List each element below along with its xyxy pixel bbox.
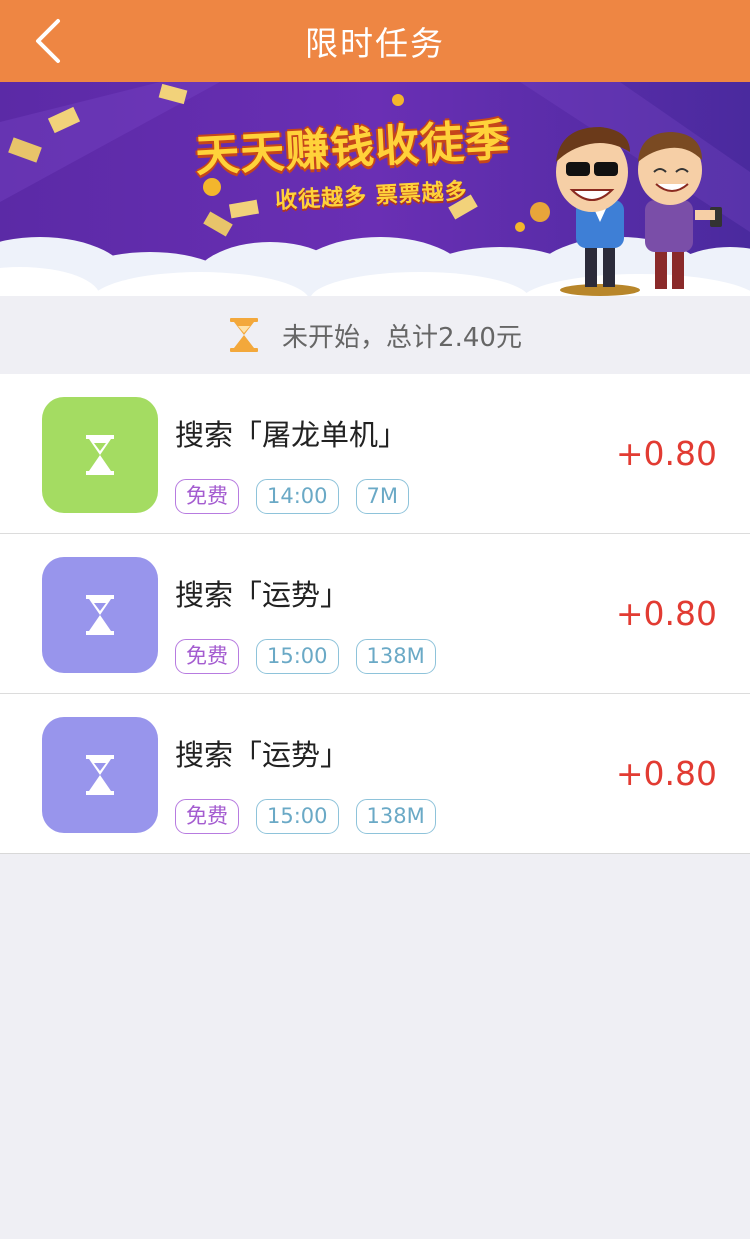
- size-tag: 138M: [355, 639, 436, 674]
- hourglass-icon: [230, 318, 259, 352]
- reward-amount: +0.80: [615, 434, 717, 473]
- task-row[interactable]: 搜索「屠龙单机」 免费 14:00 7M +0.80: [0, 374, 750, 534]
- reward-amount: +0.80: [615, 754, 717, 793]
- task-app-icon: [42, 397, 158, 513]
- reward-amount: +0.80: [615, 594, 717, 633]
- page-title: 限时任务: [305, 24, 445, 63]
- task-row[interactable]: 搜索「运势」 免费 15:00 138M +0.80: [0, 694, 750, 854]
- summary-text: 未开始，总计2.40元: [282, 322, 522, 353]
- chevron-left-icon: [36, 19, 60, 63]
- task-tags: 免费 15:00 138M: [175, 799, 453, 834]
- time-tag: 14:00: [256, 479, 339, 514]
- task-tags: 免费 14:00 7M: [175, 479, 426, 514]
- task-app-icon: [42, 717, 158, 833]
- free-tag: 免费: [175, 479, 239, 514]
- hourglass-icon: [86, 755, 114, 795]
- free-tag: 免费: [175, 639, 239, 674]
- task-row[interactable]: 搜索「运势」 免费 15:00 138M +0.80: [0, 534, 750, 694]
- size-tag: 7M: [355, 479, 410, 514]
- hourglass-icon: [86, 595, 114, 635]
- back-button[interactable]: [22, 14, 74, 68]
- task-name: 搜索「运势」: [175, 578, 350, 612]
- task-name: 搜索「运势」: [175, 738, 350, 772]
- task-summary: 未开始，总计2.40元: [0, 296, 750, 374]
- free-tag: 免费: [175, 799, 239, 834]
- page: 限时任务 天天赚钱收徒季 收徒越多 票票越多 未开始，总计2.40元 搜索「屠龙…: [0, 0, 750, 1239]
- promo-banner[interactable]: 天天赚钱收徒季 收徒越多 票票越多: [0, 82, 750, 296]
- size-tag: 138M: [355, 799, 436, 834]
- hourglass-icon: [86, 435, 114, 475]
- task-tags: 免费 15:00 138M: [175, 639, 453, 674]
- time-tag: 15:00: [256, 639, 339, 674]
- task-list: 搜索「屠龙单机」 免费 14:00 7M +0.80 搜索「运势」 免费 15:…: [0, 374, 750, 854]
- task-name: 搜索「屠龙单机」: [175, 418, 408, 452]
- time-tag: 15:00: [256, 799, 339, 834]
- navigation-bar: 限时任务: [0, 0, 750, 82]
- task-app-icon: [42, 557, 158, 673]
